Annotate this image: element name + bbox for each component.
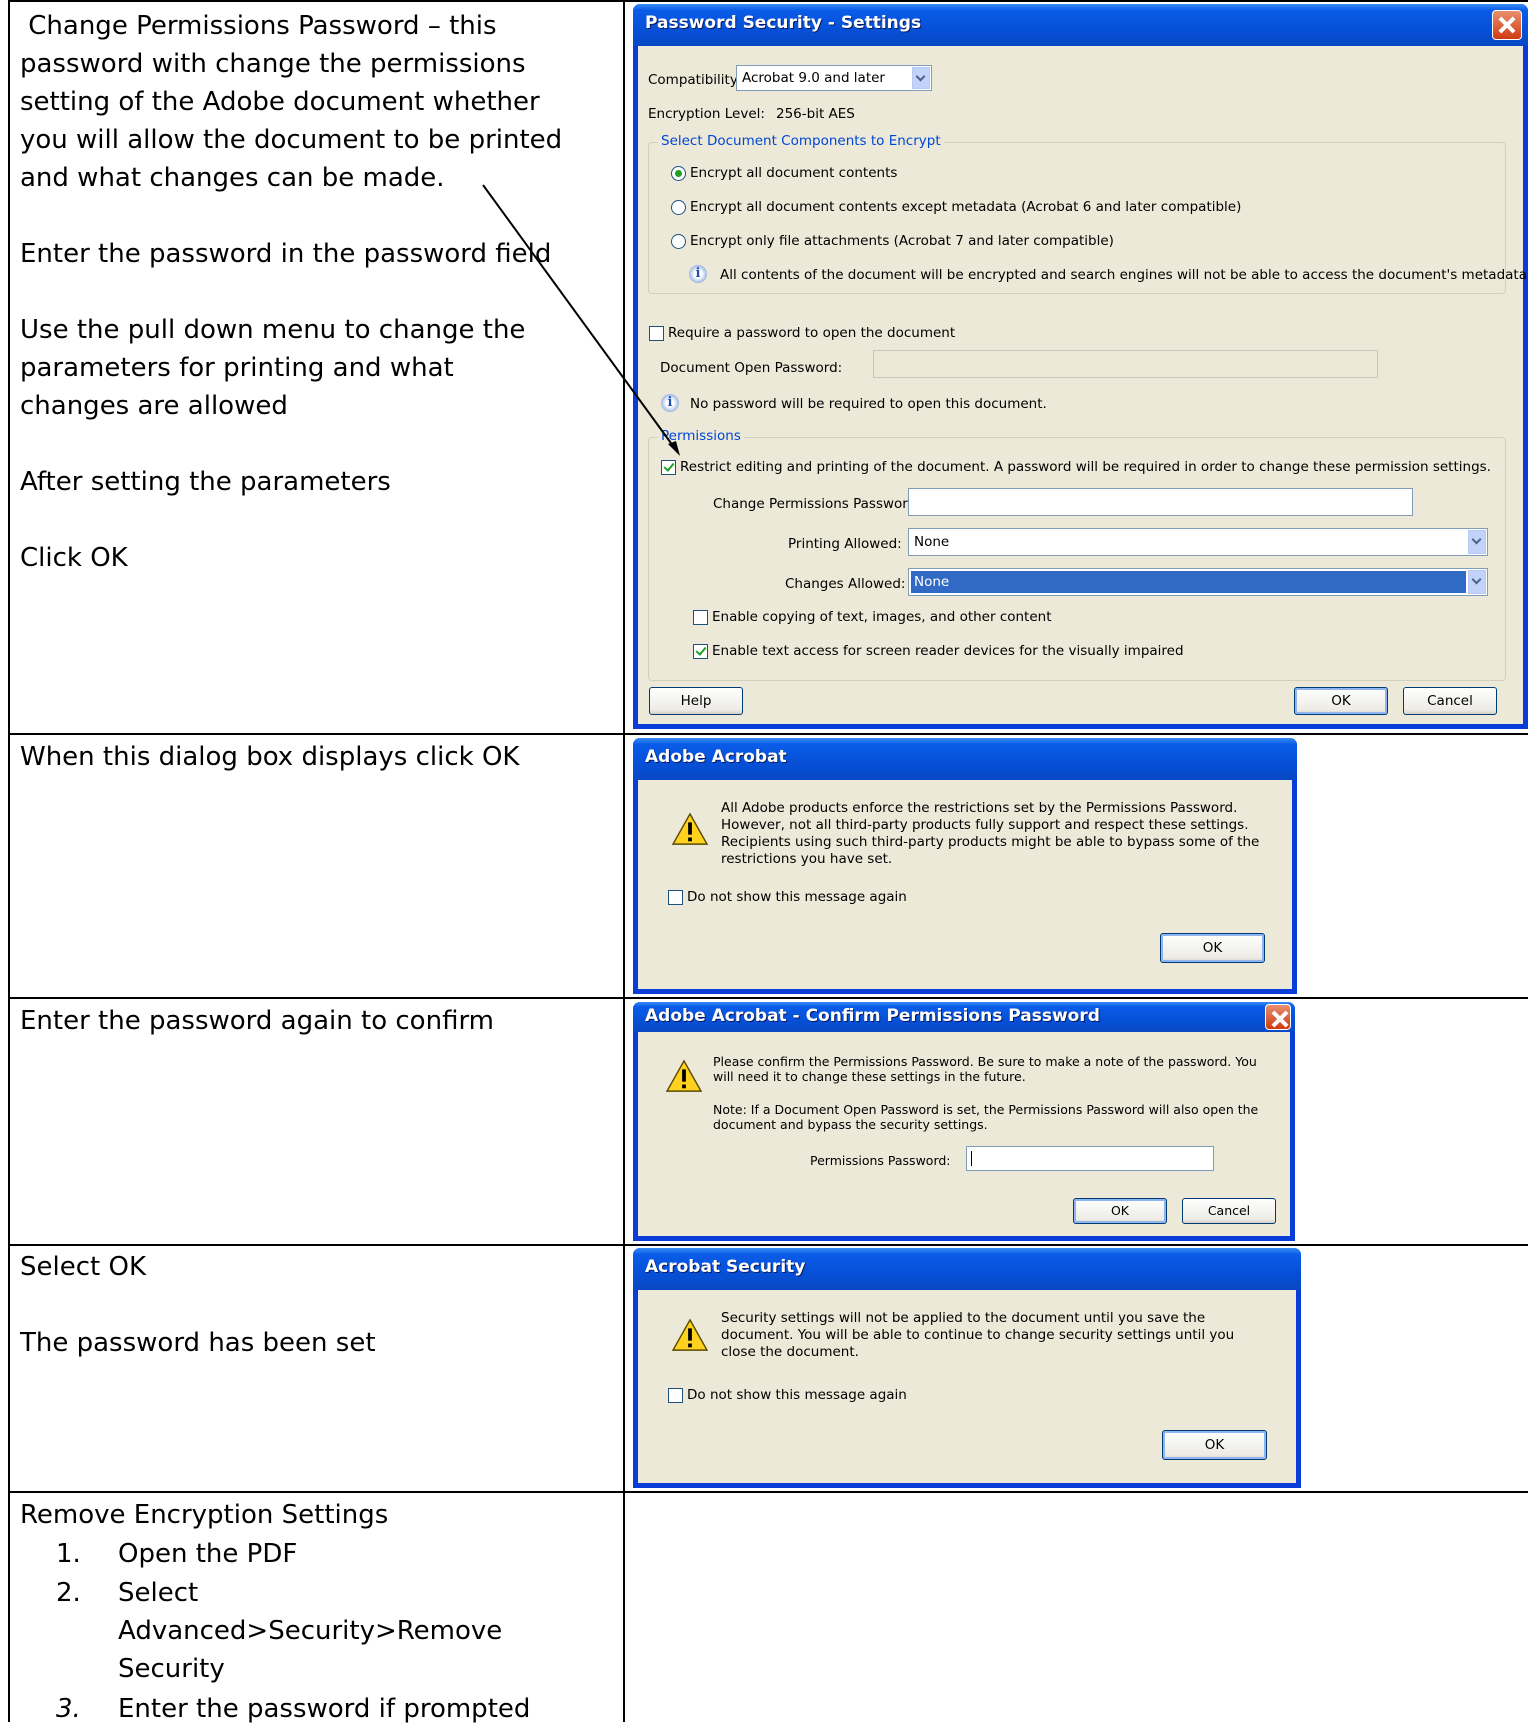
enable-screen-reader-label: Enable text access for screen reader dev… (712, 643, 1184, 659)
dialog-body: Security settings will not be applied to… (638, 1290, 1296, 1483)
step-number-2: 2. (56, 1578, 81, 1608)
dialog-title-bar: Adobe Acrobat (633, 738, 1297, 780)
dialog-body: All Adobe products enforce the restricti… (638, 780, 1292, 989)
dialog-title: Adobe Acrobat - Confirm Permissions Pass… (645, 1006, 1100, 1026)
permissions-password-field[interactable] (966, 1146, 1214, 1171)
option-attachments-label: Encrypt only file attachments (Acrobat 7… (690, 233, 1114, 249)
instructions-row-4: Select OK The password has been set (20, 1252, 376, 1358)
radio-encrypt-all[interactable] (671, 166, 686, 181)
step-text-1: Open the PDF (118, 1539, 298, 1569)
open-info-text: No password will be required to open thi… (690, 396, 1047, 412)
compatibility-value: Acrobat 9.0 and later (742, 70, 885, 86)
require-open-password-checkbox[interactable] (649, 326, 664, 341)
permissions-group-label: Permissions (658, 428, 744, 444)
remove-encryption-heading: Remove Encryption Settings (20, 1500, 389, 1530)
text-cursor (971, 1151, 972, 1166)
compatibility-select[interactable]: Acrobat 9.0 and later (736, 65, 932, 91)
ok-button[interactable]: OK (1294, 687, 1388, 715)
info-icon: i (689, 265, 707, 283)
changes-allowed-label: Changes Allowed: (785, 576, 906, 592)
instructions-row-1: Change Permissions Password – this passw… (20, 11, 563, 573)
instructions-row-2: When this dialog box displays click OK (20, 742, 520, 772)
acrobat-security-dialog: Acrobat Security Security settings will … (633, 1248, 1301, 1488)
confirm-message: Please confirm the Permissions Password.… (713, 1054, 1257, 1084)
adobe-acrobat-warning-dialog: Adobe Acrobat All Adobe products enforce… (633, 738, 1297, 994)
dialog-title-bar: Adobe Acrobat - Confirm Permissions Pass… (633, 1002, 1295, 1032)
permissions-password-label: Permissions Password: (810, 1153, 951, 1168)
do-not-show-checkbox[interactable] (668, 890, 683, 905)
require-open-password-label: Require a password to open the document (668, 325, 956, 341)
printing-allowed-value: None (914, 534, 950, 550)
instructions-row-3: Enter the password again to confirm (20, 1006, 495, 1036)
step-text-3: Enter the password if prompted (118, 1694, 531, 1724)
row-divider-2 (8, 997, 1528, 999)
security-message: Security settings will not be applied to… (721, 1310, 1235, 1360)
do-not-show-label: Do not show this message again (687, 889, 907, 905)
compatibility-label: Compatibility: (648, 72, 742, 88)
column-divider (623, 0, 625, 1722)
cancel-button[interactable]: Cancel (1182, 1198, 1276, 1224)
dialog-title-bar: Acrobat Security (633, 1248, 1301, 1290)
help-button[interactable]: Help (649, 687, 743, 715)
open-password-field[interactable] (873, 350, 1378, 378)
info-icon: i (661, 394, 679, 412)
restrict-editing-checkbox[interactable] (661, 460, 676, 475)
printing-allowed-label: Printing Allowed: (788, 536, 902, 552)
close-icon[interactable] (1265, 1004, 1291, 1030)
enable-copying-label: Enable copying of text, images, and othe… (712, 609, 1052, 625)
row-divider-3 (8, 1244, 1528, 1246)
option-except-metadata-label: Encrypt all document contents except met… (690, 199, 1242, 215)
chevron-down-icon[interactable] (912, 67, 930, 89)
step-number-1: 1. (56, 1539, 81, 1569)
dialog-title-bar: Password Security - Settings (633, 4, 1528, 46)
chevron-down-icon[interactable] (1468, 530, 1486, 554)
warning-message: All Adobe products enforce the restricti… (721, 800, 1260, 867)
dialog-title: Adobe Acrobat (645, 747, 787, 767)
warning-icon (671, 1318, 709, 1351)
table-border-top (8, 0, 1528, 2)
enable-screen-reader-checkbox[interactable] (693, 644, 708, 659)
table-border-left (8, 0, 10, 1722)
printing-allowed-select[interactable]: None (908, 528, 1488, 556)
ok-button[interactable]: OK (1073, 1198, 1167, 1224)
confirm-permissions-password-dialog: Adobe Acrobat - Confirm Permissions Pass… (633, 1002, 1295, 1241)
ok-button[interactable]: OK (1162, 1430, 1267, 1460)
password-security-dialog: Password Security - Settings Compatibili… (633, 4, 1528, 729)
warning-icon (665, 1059, 703, 1092)
step-text-2: Select Advanced>Security>Remove Security (118, 1578, 503, 1684)
components-info-text: All contents of the document will be enc… (720, 267, 1528, 283)
changes-allowed-select[interactable]: None (908, 568, 1488, 596)
row-divider-4 (8, 1491, 1528, 1493)
close-icon[interactable] (1492, 10, 1522, 40)
warning-icon (671, 812, 709, 845)
changes-allowed-value: None (914, 574, 950, 590)
dialog-title: Password Security - Settings (645, 13, 922, 33)
do-not-show-label: Do not show this message again (687, 1387, 907, 1403)
confirm-note: Note: If a Document Open Password is set… (713, 1102, 1259, 1132)
changes-allowed-highlight (911, 571, 1466, 593)
radio-encrypt-attachments[interactable] (671, 234, 686, 249)
encryption-level-value: 256-bit AES (776, 106, 855, 122)
change-permissions-password-field[interactable] (908, 488, 1413, 516)
ok-button[interactable]: OK (1160, 933, 1265, 963)
row-divider-1 (8, 733, 1528, 735)
do-not-show-checkbox[interactable] (668, 1388, 683, 1403)
open-password-label: Document Open Password: (660, 360, 843, 376)
restrict-editing-label: Restrict editing and printing of the doc… (680, 459, 1491, 475)
chevron-down-icon[interactable] (1468, 570, 1486, 594)
dialog-title: Acrobat Security (645, 1257, 806, 1277)
option-encrypt-all-label: Encrypt all document contents (690, 165, 898, 181)
encryption-level-label: Encryption Level: (648, 106, 765, 122)
components-group-label: Select Document Components to Encrypt (658, 133, 944, 149)
cancel-button[interactable]: Cancel (1403, 687, 1497, 715)
step-number-3: 3. (56, 1694, 81, 1724)
change-permissions-password-label: Change Permissions Password: (713, 496, 921, 512)
dialog-body: Compatibility: Acrobat 9.0 and later Enc… (638, 46, 1528, 724)
dialog-body: Please confirm the Permissions Password.… (638, 1032, 1290, 1236)
radio-encrypt-except-metadata[interactable] (671, 200, 686, 215)
enable-copying-checkbox[interactable] (693, 610, 708, 625)
